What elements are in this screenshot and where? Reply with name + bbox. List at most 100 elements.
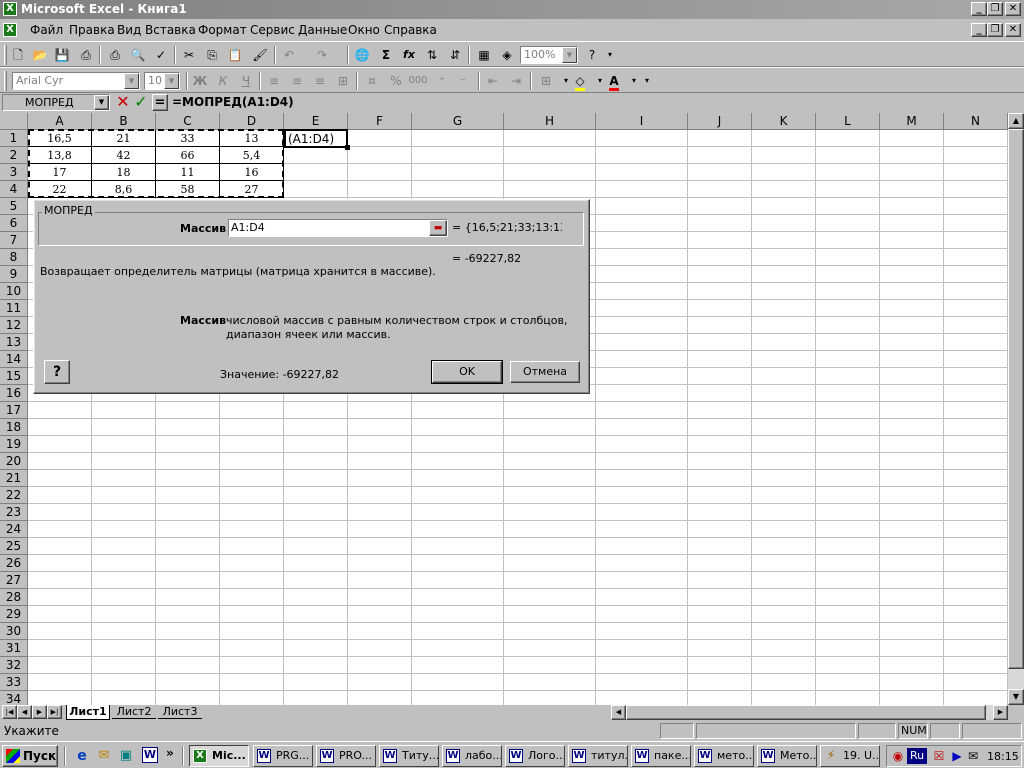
cell-A3[interactable]: 17 — [28, 164, 92, 181]
sort-desc-icon[interactable]: ⇵ — [445, 46, 465, 64]
task-titul[interactable]: Wтитул... — [568, 745, 628, 767]
row-header[interactable]: 19 — [0, 436, 28, 453]
zoom-combo[interactable]: 100% ▼ — [520, 46, 578, 64]
thousands-button[interactable]: 000 — [408, 72, 428, 90]
scroll-left-icon[interactable]: ◀ — [611, 705, 626, 720]
font-name-dropdown-icon[interactable]: ▼ — [124, 73, 139, 89]
align-right-icon[interactable]: ≡ — [310, 72, 330, 90]
column-header[interactable]: I — [596, 113, 688, 130]
italic-button[interactable]: К — [213, 72, 233, 90]
tray-media-icon[interactable]: ▶ — [949, 748, 965, 764]
print-icon[interactable]: ⎙ — [76, 46, 96, 64]
ie-icon[interactable]: e — [74, 748, 90, 764]
task-excel[interactable]: X Mic... — [189, 745, 249, 767]
office-assistant-icon[interactable]: ? — [582, 46, 602, 64]
preview-icon[interactable]: 🔍 — [128, 46, 148, 64]
task-19u[interactable]: ⚡ 19. U... — [820, 745, 880, 767]
more-buttons-icon[interactable]: ▾ — [600, 46, 620, 64]
copy-icon[interactable]: ⎘ — [202, 46, 222, 64]
borders-icon[interactable]: ⊞ — [536, 72, 556, 90]
menu-view[interactable]: Вид — [117, 23, 141, 37]
doc-restore-icon[interactable]: ❐ — [987, 23, 1003, 37]
row-header[interactable]: 23 — [0, 504, 28, 521]
scroll-right-icon[interactable]: ▶ — [993, 705, 1008, 720]
format-painter-icon[interactable]: 🖌 — [250, 46, 270, 64]
tray-mail-icon[interactable]: ☒ — [931, 748, 947, 764]
active-cell-e1[interactable]: (A1:D4) — [284, 129, 348, 148]
row-header[interactable]: 9 — [0, 266, 28, 283]
row-header[interactable]: 33 — [0, 674, 28, 691]
next-sheet-icon[interactable]: ▶ — [32, 705, 47, 719]
row-header[interactable]: 27 — [0, 572, 28, 589]
tray-volume-icon[interactable]: ✉ — [965, 748, 981, 764]
row-header[interactable]: 3 — [0, 164, 28, 181]
task-meto2[interactable]: W Мето... — [757, 745, 817, 767]
row-header[interactable]: 11 — [0, 300, 28, 317]
function-icon[interactable]: fx — [399, 46, 419, 64]
row-header[interactable]: 15 — [0, 368, 28, 385]
row-header[interactable]: 32 — [0, 657, 28, 674]
task-titu[interactable]: W Титу... — [379, 745, 439, 767]
increase-indent-icon[interactable]: ⇥ — [506, 72, 526, 90]
align-left-icon[interactable]: ≡ — [264, 72, 284, 90]
row-header[interactable]: 8 — [0, 249, 28, 266]
row-header[interactable]: 14 — [0, 351, 28, 368]
bold-button[interactable]: Ж — [190, 72, 210, 90]
task-labo[interactable]: Wлабо... — [442, 745, 502, 767]
row-header[interactable]: 16 — [0, 385, 28, 402]
maximize-icon[interactable]: ❐ — [987, 2, 1003, 16]
column-header[interactable]: A — [28, 113, 92, 130]
font-name-combo[interactable]: Arial Cyr ▼ — [12, 72, 140, 90]
language-indicator[interactable]: Ru — [907, 748, 927, 764]
cell-D1[interactable]: 13 — [220, 130, 284, 147]
help-icon[interactable]: ? — [44, 360, 70, 384]
cell-B3[interactable]: 18 — [92, 164, 156, 181]
chart-wizard-icon[interactable]: ▦ — [474, 46, 494, 64]
edit-formula-button[interactable]: = — [152, 94, 168, 111]
column-header[interactable]: H — [504, 113, 596, 130]
cell-C2[interactable]: 66 — [156, 147, 220, 164]
hyperlink-icon[interactable]: 🌐 — [352, 46, 372, 64]
new-icon[interactable]: 🗋 — [8, 46, 28, 64]
undo-icon[interactable]: ↶ — [279, 46, 299, 64]
menu-tools[interactable]: Сервис — [250, 23, 295, 37]
merge-center-icon[interactable]: ⊞ — [333, 72, 353, 90]
horizontal-scroll-thumb[interactable] — [626, 705, 986, 720]
formula-input[interactable]: =МОПРЕД(A1:D4) — [170, 94, 1022, 111]
cell-A2[interactable]: 13,8 — [28, 147, 92, 164]
drawing-icon[interactable]: ◈ — [497, 46, 517, 64]
select-all-button[interactable] — [0, 113, 28, 130]
menu-data[interactable]: Данные — [298, 23, 347, 37]
row-header[interactable]: 25 — [0, 538, 28, 555]
row-header[interactable]: 18 — [0, 419, 28, 436]
row-header[interactable]: 30 — [0, 623, 28, 640]
vertical-scrollbar[interactable]: ▲ ▼ — [1008, 113, 1024, 705]
fill-handle[interactable] — [345, 145, 350, 150]
task-prg[interactable]: W PRG... — [253, 745, 313, 767]
vertical-scroll-thumb[interactable] — [1008, 129, 1024, 669]
scroll-up-icon[interactable]: ▲ — [1008, 113, 1024, 129]
row-header[interactable]: 21 — [0, 470, 28, 487]
font-color-icon[interactable]: A — [604, 72, 624, 91]
cut-icon[interactable]: ✂ — [179, 46, 199, 64]
cell-D3[interactable]: 16 — [220, 164, 284, 181]
close-icon[interactable]: ✕ — [1005, 2, 1021, 16]
cell-C4[interactable]: 58 — [156, 181, 220, 198]
name-box-dropdown-icon[interactable]: ▼ — [94, 95, 109, 110]
row-header[interactable]: 4 — [0, 181, 28, 198]
minimize-icon[interactable]: _ — [971, 2, 987, 16]
row-header[interactable]: 10 — [0, 283, 28, 300]
cell-C3[interactable]: 11 — [156, 164, 220, 181]
column-header[interactable]: C — [156, 113, 220, 130]
column-header[interactable]: J — [688, 113, 752, 130]
prev-sheet-icon[interactable]: ◀ — [17, 705, 32, 719]
desktop-icon[interactable]: ▣ — [118, 748, 134, 764]
first-sheet-icon[interactable]: |◀ — [2, 705, 17, 719]
cancel-icon[interactable]: ✕ — [115, 93, 131, 111]
excel-icon[interactable]: X — [3, 2, 17, 16]
tray-app-icon[interactable]: ◉ — [891, 749, 905, 763]
decrease-indent-icon[interactable]: ⇤ — [483, 72, 503, 90]
autosum-icon[interactable]: Σ — [376, 46, 396, 64]
doc-close-icon[interactable]: ✕ — [1005, 23, 1021, 37]
cell-D4[interactable]: 27 — [220, 181, 284, 198]
